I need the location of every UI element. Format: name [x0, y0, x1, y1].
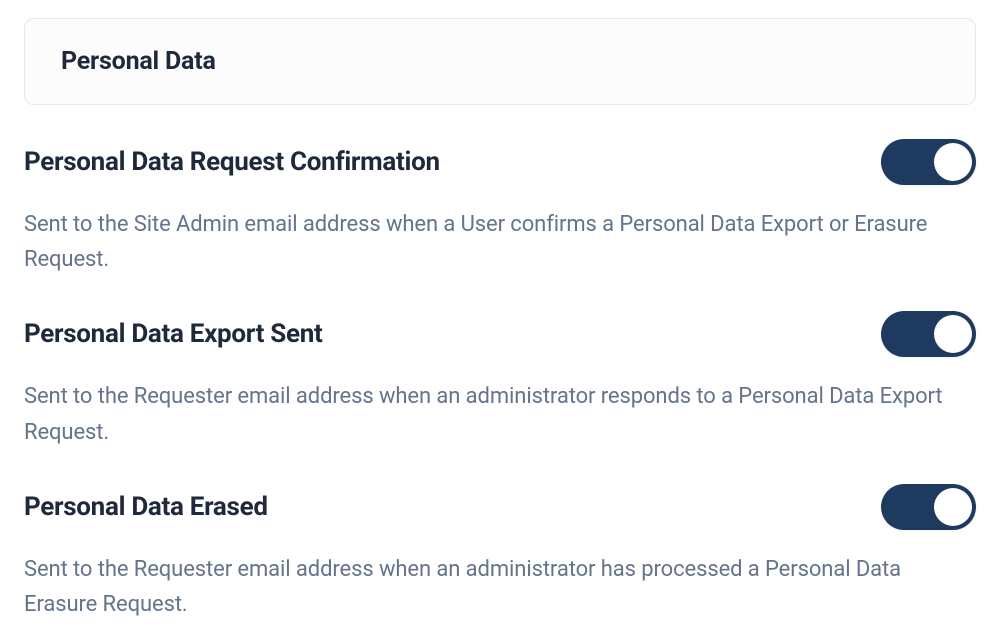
setting-row: Personal Data Export Sent	[24, 311, 976, 357]
toggle-knob	[934, 488, 972, 526]
toggle-export-sent[interactable]	[881, 311, 976, 357]
toggle-knob	[934, 315, 972, 353]
setting-description: Sent to the Requester email address when…	[24, 552, 976, 622]
toggle-knob	[934, 143, 972, 181]
setting-export-sent: Personal Data Export Sent Sent to the Re…	[24, 311, 976, 449]
setting-title: Personal Data Request Confirmation	[24, 147, 440, 177]
setting-data-erased: Personal Data Erased Sent to the Request…	[24, 484, 976, 622]
section-header-personal-data: Personal Data	[24, 18, 976, 105]
setting-request-confirmation: Personal Data Request Confirmation Sent …	[24, 139, 976, 277]
setting-row: Personal Data Erased	[24, 484, 976, 530]
section-title: Personal Data	[61, 47, 939, 76]
setting-row: Personal Data Request Confirmation	[24, 139, 976, 185]
setting-title: Personal Data Erased	[24, 492, 268, 522]
toggle-request-confirmation[interactable]	[881, 139, 976, 185]
toggle-data-erased[interactable]	[881, 484, 976, 530]
setting-title: Personal Data Export Sent	[24, 319, 323, 349]
setting-description: Sent to the Site Admin email address whe…	[24, 207, 976, 277]
setting-description: Sent to the Requester email address when…	[24, 379, 976, 449]
